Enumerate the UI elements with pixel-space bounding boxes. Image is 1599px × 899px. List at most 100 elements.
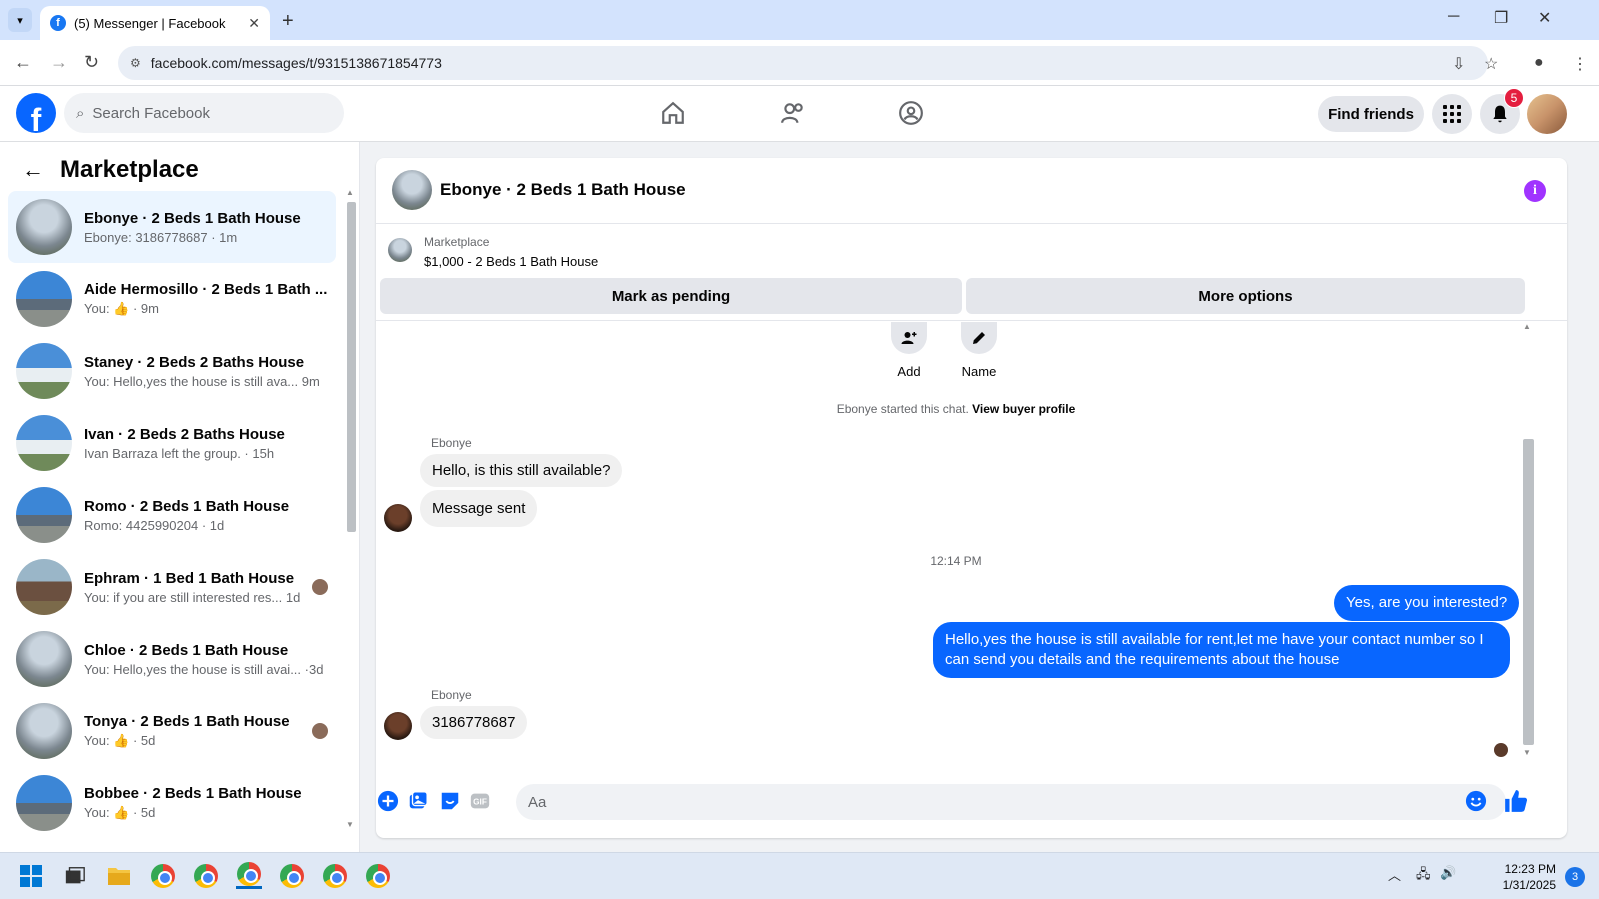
scroll-up-icon[interactable]: ▲ xyxy=(1523,322,1531,331)
friends-icon[interactable] xyxy=(776,96,810,130)
bell-icon xyxy=(1493,105,1507,123)
conversation-text: Ebonye · 2 Beds 1 Bath House Ebonye: 3186… xyxy=(84,210,336,245)
forward-arrow-icon[interactable]: → xyxy=(50,52,68,73)
home-icon[interactable] xyxy=(656,96,690,130)
pencil-icon xyxy=(961,322,997,354)
sender-avatar[interactable] xyxy=(384,712,412,740)
conversation-name: Ebonye · 2 Beds 1 Bath House xyxy=(84,209,301,227)
conversation-item[interactable]: Staney · 2 Beds 2 Baths House You: Hello,… xyxy=(8,335,336,407)
listing-thumbnail[interactable] xyxy=(388,238,412,262)
thumbs-up-icon[interactable] xyxy=(1502,787,1530,815)
back-arrow-icon[interactable]: ← xyxy=(14,52,32,73)
listing-price-title[interactable]: $1,000 - 2 Beds 1 Bath House xyxy=(424,254,598,269)
account-avatar[interactable] xyxy=(1527,94,1567,134)
system-clock[interactable]: 12:23 PM 1/31/2025 xyxy=(1500,861,1556,893)
windows-start-icon[interactable] xyxy=(18,863,44,889)
groups-icon[interactable] xyxy=(894,96,928,130)
task-view-icon[interactable] xyxy=(62,863,88,889)
conversation-name: Staney · 2 Beds 2 Baths House xyxy=(84,353,305,371)
profile-icon[interactable]: ● xyxy=(1534,54,1544,72)
conversation-item[interactable]: Tonya · 2 Beds 1 Bath House You: 👍 · 5d xyxy=(8,695,336,767)
volume-icon[interactable]: 🔊 xyxy=(1440,865,1456,881)
close-window-icon[interactable]: ✕ xyxy=(1538,8,1551,28)
search-input[interactable]: ⌕ Search Facebook xyxy=(64,93,344,133)
conversation-item[interactable]: Chloe · 2 Beds 1 Bath House You: Hello,ye… xyxy=(8,623,336,695)
conversation-item[interactable]: Ephram · 1 Bed 1 Bath House You: if you a… xyxy=(8,551,336,623)
conversation-preview: You: 👍 · 5d xyxy=(84,805,156,820)
sender-avatar[interactable] xyxy=(384,504,412,532)
conversation-thumbnail xyxy=(16,631,72,687)
tab-search-button[interactable]: ▾ xyxy=(8,8,32,32)
site-info-icon[interactable]: ⚙ xyxy=(130,56,141,70)
chat-header: Ebonye · 2 Beds 1 Bath House i xyxy=(376,158,1567,224)
chrome-profile-icon[interactable] xyxy=(365,863,391,889)
mark-as-pending-button[interactable]: Mark as pending xyxy=(380,278,962,314)
message-timestamp: 12:14 PM xyxy=(930,554,982,568)
incoming-message[interactable]: 3186778687 xyxy=(420,706,528,739)
conversation-thumbnail xyxy=(16,415,72,471)
restore-icon[interactable]: ❐ xyxy=(1494,8,1508,28)
chat-scrollbar[interactable]: ▲ ▼ xyxy=(1520,322,1536,760)
chrome-profile-icon[interactable] xyxy=(279,863,305,889)
add-person-icon xyxy=(891,322,927,354)
network-icon[interactable]: 🖧 xyxy=(1416,865,1431,887)
chat-title[interactable]: Ebonye · 2 Beds 1 Bath House xyxy=(440,180,686,200)
conversation-name: Ephram · 1 Bed 1 Bath House xyxy=(84,569,295,587)
install-app-icon[interactable]: ⇩ xyxy=(1452,54,1465,74)
view-buyer-profile-link[interactable]: View buyer profile xyxy=(972,402,1075,416)
reload-icon[interactable]: ↻ xyxy=(84,52,99,73)
incoming-message[interactable]: Message sent xyxy=(420,490,538,527)
conversation-item[interactable]: Bobbee · 2 Beds 1 Bath House You: 👍 · 5d xyxy=(8,767,336,839)
kebab-menu-icon[interactable]: ⋮ xyxy=(1572,54,1588,74)
conversation-preview: Ivan Barraza left the group. · 15h xyxy=(84,445,275,461)
file-explorer-icon[interactable] xyxy=(106,863,132,889)
scroll-down-icon[interactable]: ▼ xyxy=(1523,748,1531,757)
message-input[interactable]: Aa xyxy=(516,784,1506,820)
photo-icon[interactable] xyxy=(406,789,430,813)
conversation-preview: You: 👍 · 5d xyxy=(84,733,156,748)
add-people-button[interactable]: Add xyxy=(884,322,934,379)
new-tab-button[interactable]: + xyxy=(282,10,294,33)
scrollbar-thumb[interactable] xyxy=(1523,439,1534,745)
more-options-button[interactable]: More options xyxy=(966,278,1525,314)
plus-circle-icon[interactable] xyxy=(376,789,400,813)
seen-avatar xyxy=(312,723,328,739)
chrome-profile-icon[interactable] xyxy=(193,863,219,889)
find-friends-button[interactable]: Find friends xyxy=(1318,96,1424,132)
tab-title: (5) Messenger | Facebook xyxy=(74,15,226,31)
outgoing-message[interactable]: Yes, are you interested? xyxy=(1334,585,1520,621)
outgoing-message[interactable]: Hello,yes the house is still available f… xyxy=(933,622,1510,678)
back-arrow-icon[interactable]: ← xyxy=(22,157,44,183)
gif-icon[interactable]: GIF xyxy=(468,789,492,813)
facebook-logo[interactable]: f xyxy=(16,93,56,133)
name-chat-button[interactable]: Name xyxy=(954,322,1004,379)
chat-avatar[interactable] xyxy=(392,170,432,210)
conversation-item[interactable]: Ebonye · 2 Beds 1 Bath House Ebonye: 3186… xyxy=(8,191,336,263)
chrome-profile-icon[interactable] xyxy=(322,863,348,889)
chrome-profile-icon[interactable] xyxy=(150,863,176,889)
browser-tab[interactable]: f (5) Messenger | Facebook ✕ xyxy=(40,6,270,40)
notification-center-badge[interactable]: 3 xyxy=(1565,867,1585,887)
sidebar-scrollbar[interactable]: ▲ ▼ xyxy=(344,188,358,848)
sticker-icon[interactable] xyxy=(438,789,462,813)
started-text: Ebonye started this chat. xyxy=(836,402,969,416)
conversation-item[interactable]: Aide Hermosillo · 2 Beds 1 Bath ... You: … xyxy=(8,263,336,335)
chat-panel: Ebonye · 2 Beds 1 Bath House i Marketpla… xyxy=(376,158,1567,838)
conversation-item[interactable]: Ivan · 2 Beds 2 Baths House Ivan Barraza … xyxy=(8,407,336,479)
url-field[interactable]: ⚙ facebook.com/messages/t/93151386718547… xyxy=(118,46,1488,80)
scroll-down-icon[interactable]: ▼ xyxy=(346,820,354,829)
incoming-message[interactable]: Hello, is this still available? xyxy=(420,454,623,487)
minimize-icon[interactable]: ─ xyxy=(1448,8,1459,26)
chrome-profile-icon-active[interactable] xyxy=(236,861,262,889)
scroll-up-icon[interactable]: ▲ xyxy=(346,188,354,197)
emoji-icon[interactable] xyxy=(1464,789,1488,813)
close-tab-icon[interactable]: ✕ xyxy=(248,15,260,32)
info-icon[interactable]: i xyxy=(1524,180,1546,202)
message-thread: Add Name Ebonye started this chat. View … xyxy=(376,322,1567,772)
chevron-up-icon[interactable]: ︿ xyxy=(1388,865,1401,884)
marketplace-label: Marketplace xyxy=(424,235,490,249)
bookmark-star-icon[interactable]: ☆ xyxy=(1484,54,1498,74)
menu-grid-button[interactable] xyxy=(1432,94,1472,134)
conversation-item[interactable]: Romo · 2 Beds 1 Bath House Romo: 44259902… xyxy=(8,479,336,551)
scrollbar-thumb[interactable] xyxy=(347,202,356,532)
